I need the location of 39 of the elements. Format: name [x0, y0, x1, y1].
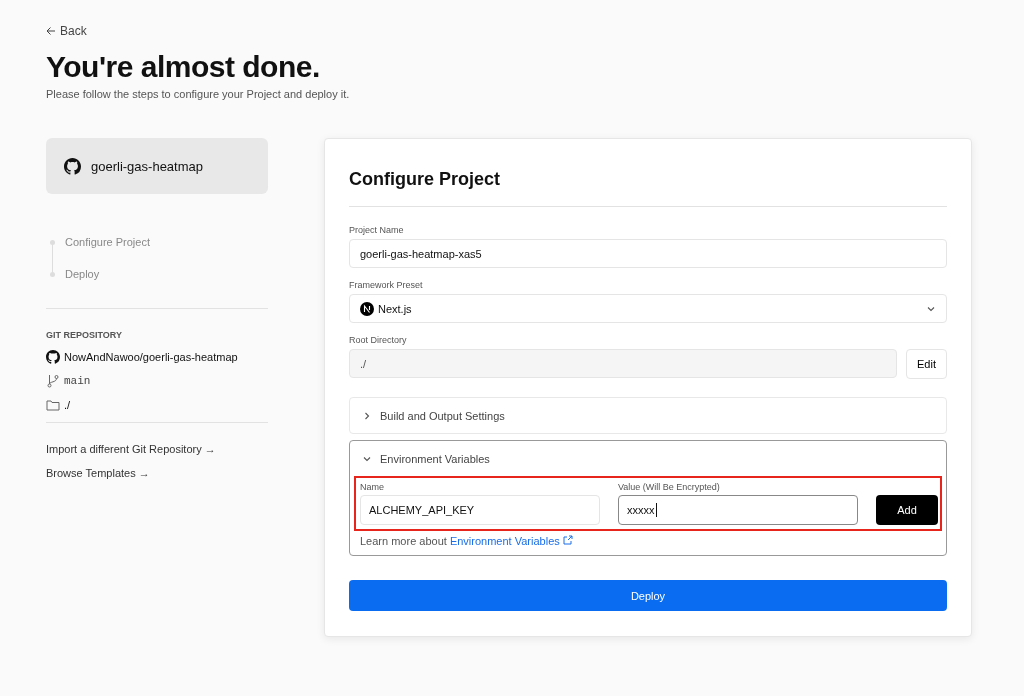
edit-button[interactable]: Edit — [906, 349, 947, 379]
external-link-icon — [562, 535, 573, 545]
section-title: Environment Variables — [380, 452, 490, 465]
chevron-icon — [362, 410, 372, 421]
framework-dropdown[interactable]: Next.js — [349, 294, 947, 323]
field-label: Value (Will Be Encrypted) — [618, 482, 721, 492]
github-icon — [46, 350, 60, 364]
section-title: Build and Output Settings — [380, 409, 505, 422]
back-link[interactable]: Back — [46, 24, 87, 38]
branch-icon — [46, 374, 60, 388]
help-text: Learn more about Environment Variables — [350, 531, 946, 555]
value-input[interactable]: xxxxx — [618, 495, 858, 525]
field-label: Framework Preset — [349, 280, 424, 290]
add-button[interactable]: Add — [876, 495, 938, 525]
field-label: Project Name — [349, 225, 405, 235]
framework-logo-icon — [360, 301, 374, 316]
step-label: Configure Project — [65, 236, 150, 248]
repository-name: goerli-gas-heatmap — [91, 158, 203, 174]
root-directory-input[interactable]: ./ — [349, 349, 898, 378]
environment-variables-link[interactable]: Environment Variables — [449, 535, 573, 547]
card-title: Configure Project — [349, 169, 501, 190]
field-label: Root Directory — [349, 335, 408, 345]
step-label: Deploy — [65, 268, 100, 280]
deploy-button[interactable]: Deploy — [349, 580, 947, 611]
github-icon — [64, 157, 81, 175]
section-heading: GIT REPOSITORY — [46, 330, 123, 340]
navigation-link[interactable]: Browse Templates → — [46, 467, 150, 479]
folder-icon — [46, 398, 60, 412]
section-header[interactable]: Environment Variables — [350, 441, 946, 476]
project-name-input[interactable]: goerli-gas-heatmap-xas5 — [349, 239, 947, 268]
field-label: Name — [360, 482, 385, 492]
page-subtitle: Please follow the steps to configure your Project and deploy it. — [46, 88, 351, 100]
back-arrow-icon — [46, 26, 56, 36]
directory-path: ./ — [64, 399, 71, 411]
section-header[interactable]: Build and Output Settings — [350, 398, 946, 433]
branch-name: main — [64, 375, 91, 387]
page-title: You're almost done. — [46, 50, 321, 84]
navigation-link[interactable]: Import a different Git Repository → — [46, 443, 216, 455]
name-input[interactable]: ALCHEMY_API_KEY — [360, 495, 600, 525]
